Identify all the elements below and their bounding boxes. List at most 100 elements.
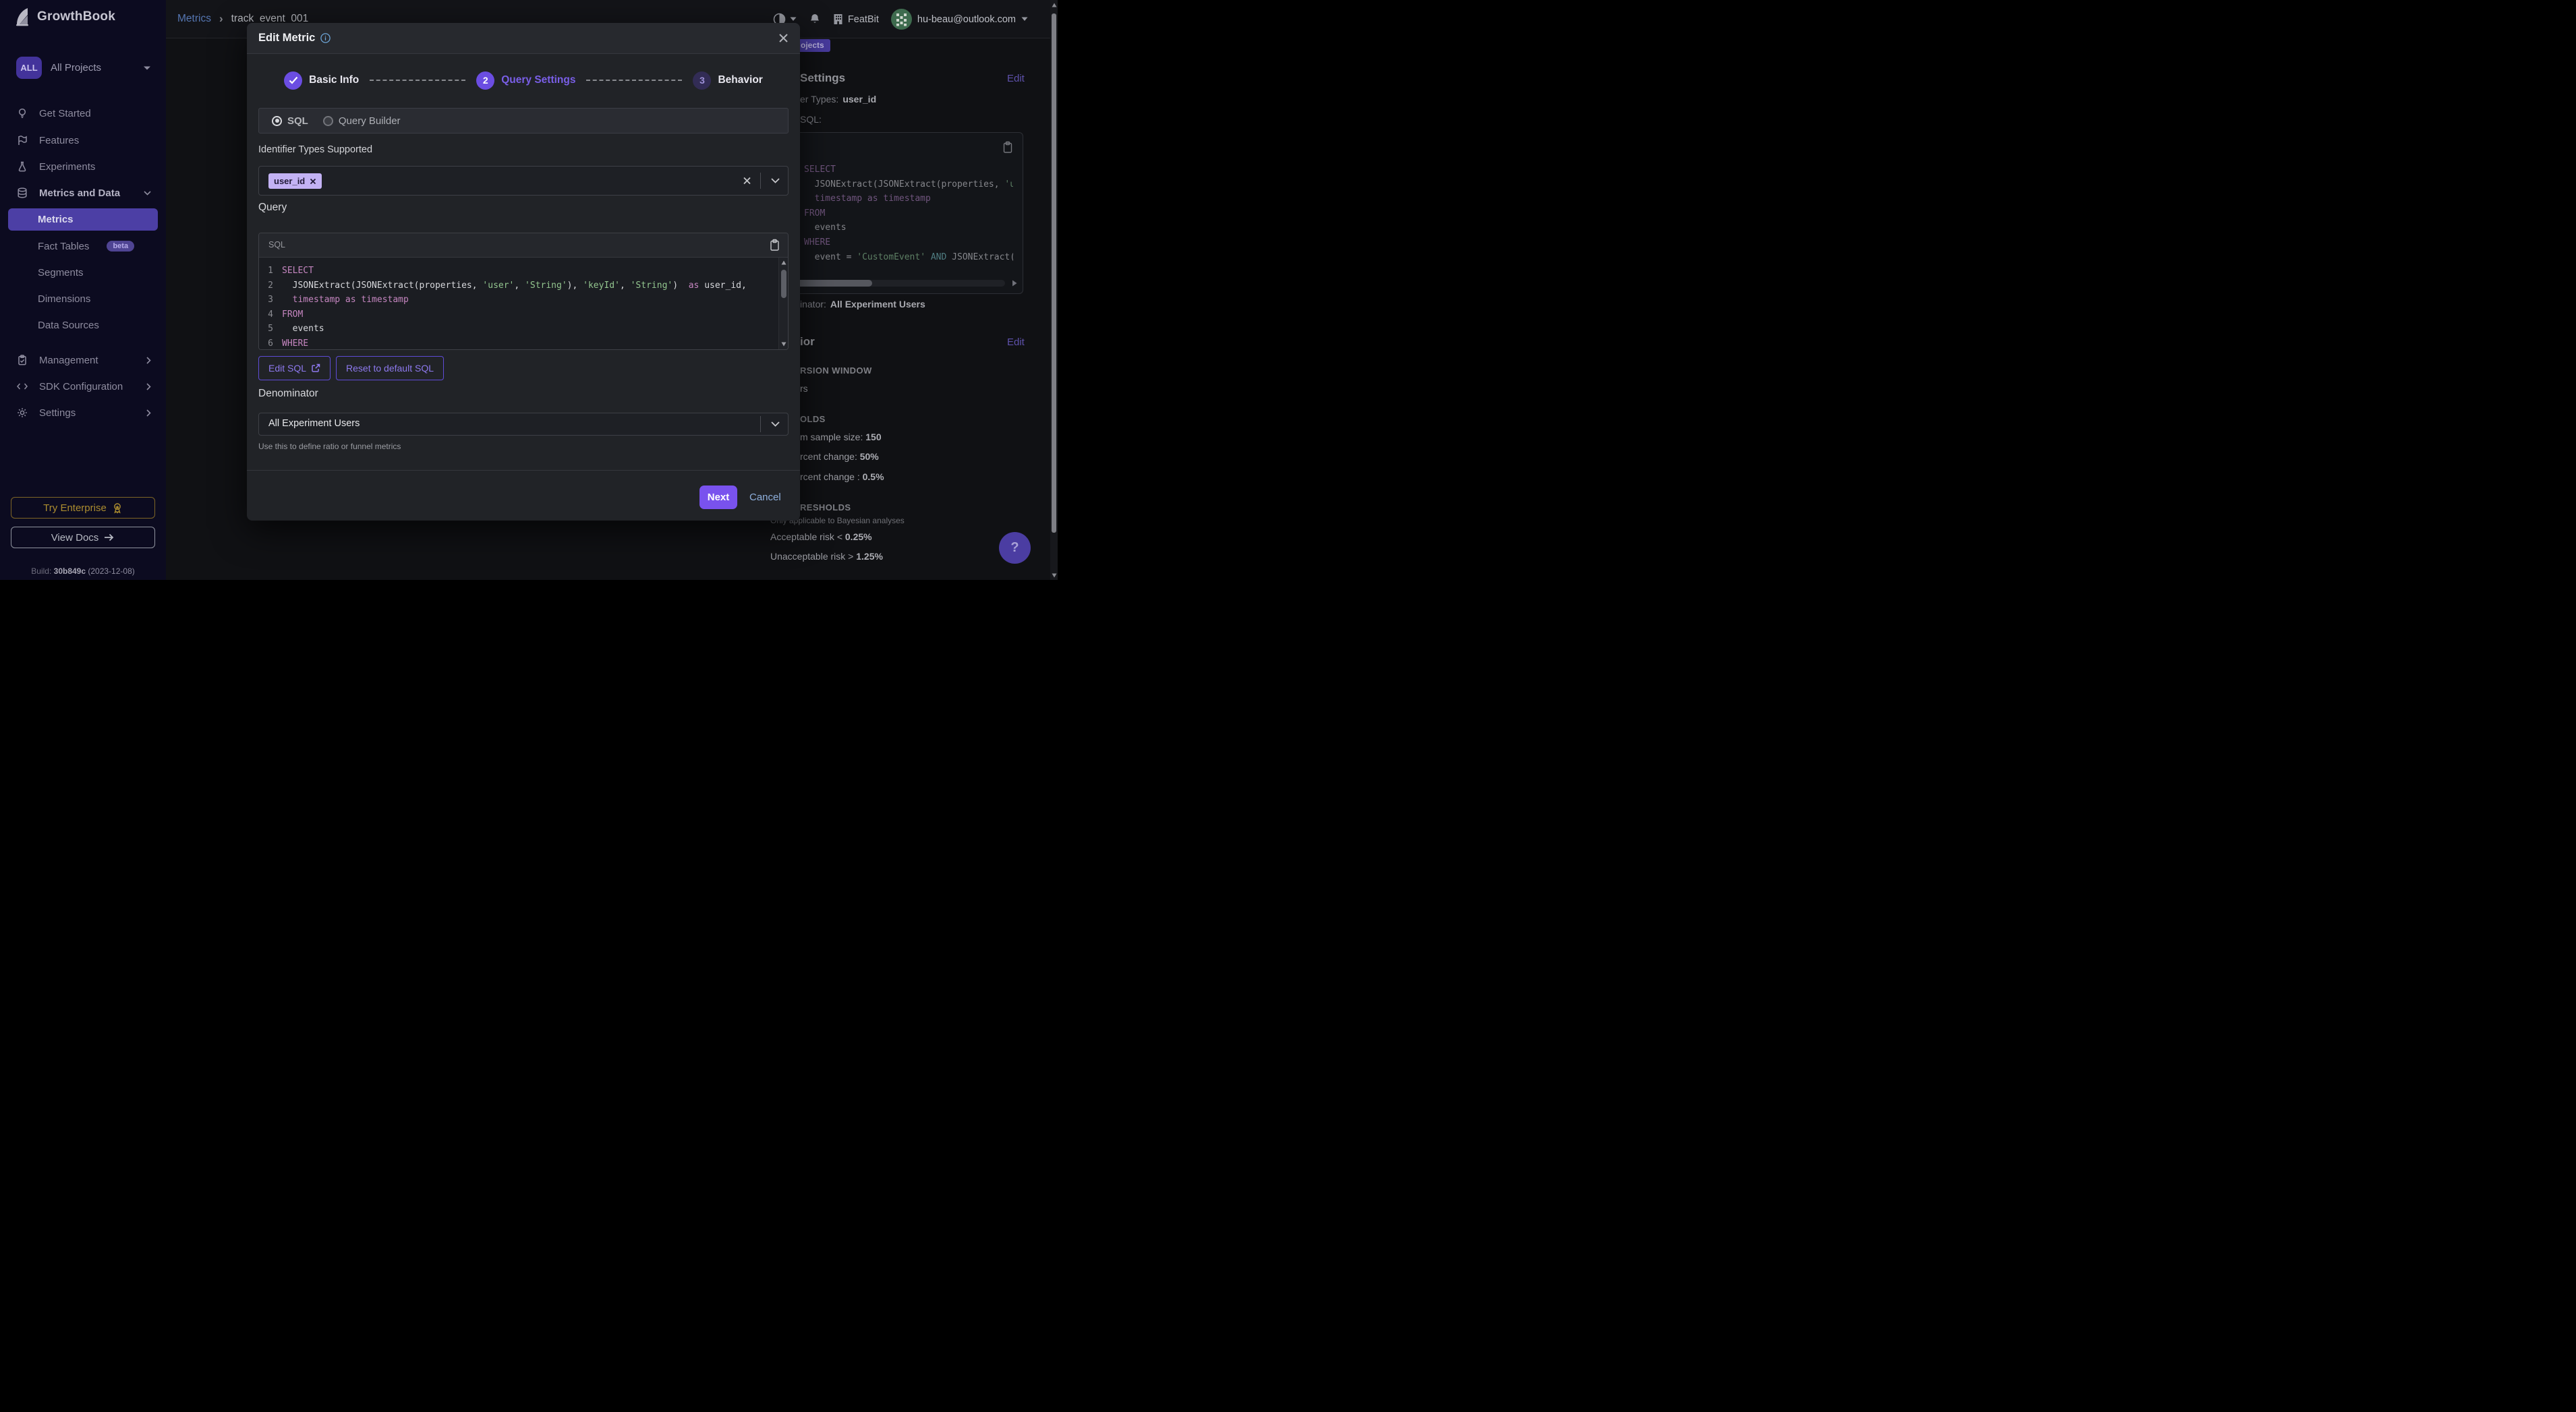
try-enterprise-button[interactable]: Try Enterprise [11, 497, 155, 519]
sidebar-item-label: Experiments [39, 161, 95, 173]
sidebar-item-label: Segments [38, 267, 84, 278]
sidebar-item-label: SDK Configuration [39, 381, 123, 392]
sidebar-item-segments[interactable]: Segments [0, 260, 166, 285]
step-3-label[interactable]: Behavior [718, 74, 762, 86]
scroll-right-arrow-icon[interactable] [1012, 280, 1017, 287]
identifier-types-label: Identifier Types Supported [258, 144, 372, 155]
copy-icon[interactable] [770, 239, 780, 252]
sidebar-item-features[interactable]: Features [0, 128, 166, 152]
app-root: GrowthBook ALL All Projects Get Started … [0, 0, 1058, 580]
step-2-label[interactable]: Query Settings [501, 74, 575, 86]
scrollbar-thumb[interactable] [1052, 13, 1056, 533]
sidebar-item-metrics-active[interactable]: Metrics [8, 208, 158, 231]
identifier-types-select[interactable]: user_id [258, 166, 789, 196]
radio-sql[interactable]: SQL [272, 115, 308, 127]
sidebar-item-data-sources[interactable]: Data Sources [0, 313, 166, 337]
scroll-down-arrow-icon[interactable] [781, 342, 786, 347]
sidebar-item-management[interactable]: Management [0, 348, 166, 372]
breadcrumb-separator: › [219, 12, 223, 26]
flask-icon [16, 160, 28, 173]
sidebar-item-metrics-and-data[interactable]: Metrics and Data [0, 181, 166, 205]
denominator-row-fragment: inator:All Experiment Users [800, 299, 925, 310]
clear-icon[interactable] [743, 177, 751, 185]
behavior-edit-link[interactable]: Edit [1007, 336, 1025, 348]
scroll-up-arrow-icon[interactable] [1052, 3, 1057, 7]
org-switcher[interactable]: FeatBit [833, 13, 879, 25]
gear-icon [16, 407, 28, 419]
sidebar-item-get-started[interactable]: Get Started [0, 101, 166, 125]
sidebar-item-settings[interactable]: Settings [0, 401, 166, 425]
sidebar-item-sdk-configuration[interactable]: SDK Configuration [0, 374, 166, 399]
code-icon [16, 380, 28, 392]
stepper-dash [586, 80, 682, 81]
sidebar-item-experiments[interactable]: Experiments [0, 154, 166, 179]
reset-sql-button[interactable]: Reset to default SQL [336, 356, 444, 380]
risk-thresholds-heading-fragment: RESHOLDS [800, 502, 851, 512]
row-label: rcent change : [800, 471, 860, 482]
chevron-right-icon [146, 383, 151, 390]
info-icon[interactable] [320, 33, 331, 43]
beta-badge: beta [107, 241, 134, 252]
row-value: 50% [860, 451, 879, 462]
arrow-right-icon [104, 533, 115, 541]
sidebar: GrowthBook ALL All Projects Get Started … [0, 0, 166, 580]
row-value: 150 [865, 432, 881, 442]
query-settings-edit-link[interactable]: Edit [1007, 73, 1025, 84]
radio-query-builder[interactable]: Query Builder [323, 115, 401, 127]
project-badge: ALL [16, 57, 42, 79]
try-enterprise-label: Try Enterprise [43, 502, 107, 514]
sidebar-item-label: Settings [39, 407, 76, 419]
building-icon [833, 13, 843, 25]
thresholds-heading-fragment: OLDS [800, 414, 826, 424]
view-docs-button[interactable]: View Docs [11, 527, 155, 548]
sidebar-item-dimensions[interactable]: Dimensions [0, 287, 166, 311]
notifications-bell[interactable] [809, 13, 821, 26]
sql-code-area[interactable]: 1SELECT2 JSONExtract(JSONExtract(propert… [259, 258, 778, 349]
stepper: Basic Info 2 Query Settings 3 Behavior [247, 67, 800, 94]
scrollbar-thumb[interactable] [781, 270, 786, 298]
next-button[interactable]: Next [699, 486, 737, 509]
copy-icon[interactable] [1002, 141, 1013, 154]
row-value: 1.25% [856, 551, 883, 562]
row-label: rcent change: [800, 451, 857, 462]
account-menu[interactable]: hu-beau@outlook.com [891, 9, 1028, 30]
build-label: Build: [31, 566, 51, 576]
page-scrollbar[interactable] [1050, 0, 1058, 580]
query-settings-heading-fragment: Settings [800, 71, 845, 85]
editor-scrollbar[interactable] [778, 258, 788, 349]
chevron-down-icon[interactable] [771, 178, 780, 183]
step-1-label[interactable]: Basic Info [309, 74, 359, 86]
step-1-circle[interactable] [284, 71, 302, 90]
select-divider [760, 173, 761, 189]
help-button[interactable]: ? [999, 532, 1031, 564]
query-sql-label-fragment: SQL: [800, 114, 822, 125]
query-label: Query [258, 202, 287, 214]
horizontal-scrollbar[interactable] [776, 280, 1005, 287]
project-switcher[interactable]: ALL All Projects [16, 57, 151, 79]
database-icon [16, 187, 28, 199]
conversion-window-value-fragment: rs [800, 383, 808, 394]
identifier-types-value: user_id [842, 94, 876, 105]
scroll-up-arrow-icon[interactable] [781, 260, 786, 265]
growthbook-logo[interactable]: GrowthBook [13, 7, 115, 27]
cancel-button[interactable]: Cancel [749, 492, 781, 503]
row-value: 0.5% [863, 471, 884, 482]
top-nav-right: FeatBit hu-beau@outlook.com [773, 0, 1028, 38]
remove-tag-icon[interactable] [310, 178, 316, 185]
chevron-down-icon [144, 191, 151, 196]
sql-actions-row: Edit SQL Reset to default SQL [258, 356, 444, 380]
scroll-down-arrow-icon[interactable] [1052, 573, 1057, 578]
step-3-circle[interactable]: 3 [693, 71, 711, 90]
edit-sql-button[interactable]: Edit SQL [258, 356, 331, 380]
sidebar-item-label: Features [39, 135, 79, 146]
close-icon[interactable] [778, 32, 789, 44]
sidebar-item-fact-tables[interactable]: Fact Tables beta [0, 234, 166, 258]
flag-icon [16, 134, 28, 146]
breadcrumb-metrics-link[interactable]: Metrics [177, 13, 211, 25]
select-divider [760, 416, 761, 432]
step-2-circle[interactable]: 2 [476, 71, 494, 90]
chevron-down-icon[interactable] [771, 421, 780, 427]
behavior-heading-fragment: ior [800, 335, 815, 349]
denominator-select[interactable]: All Experiment Users [258, 413, 789, 436]
bell-icon [809, 13, 821, 26]
